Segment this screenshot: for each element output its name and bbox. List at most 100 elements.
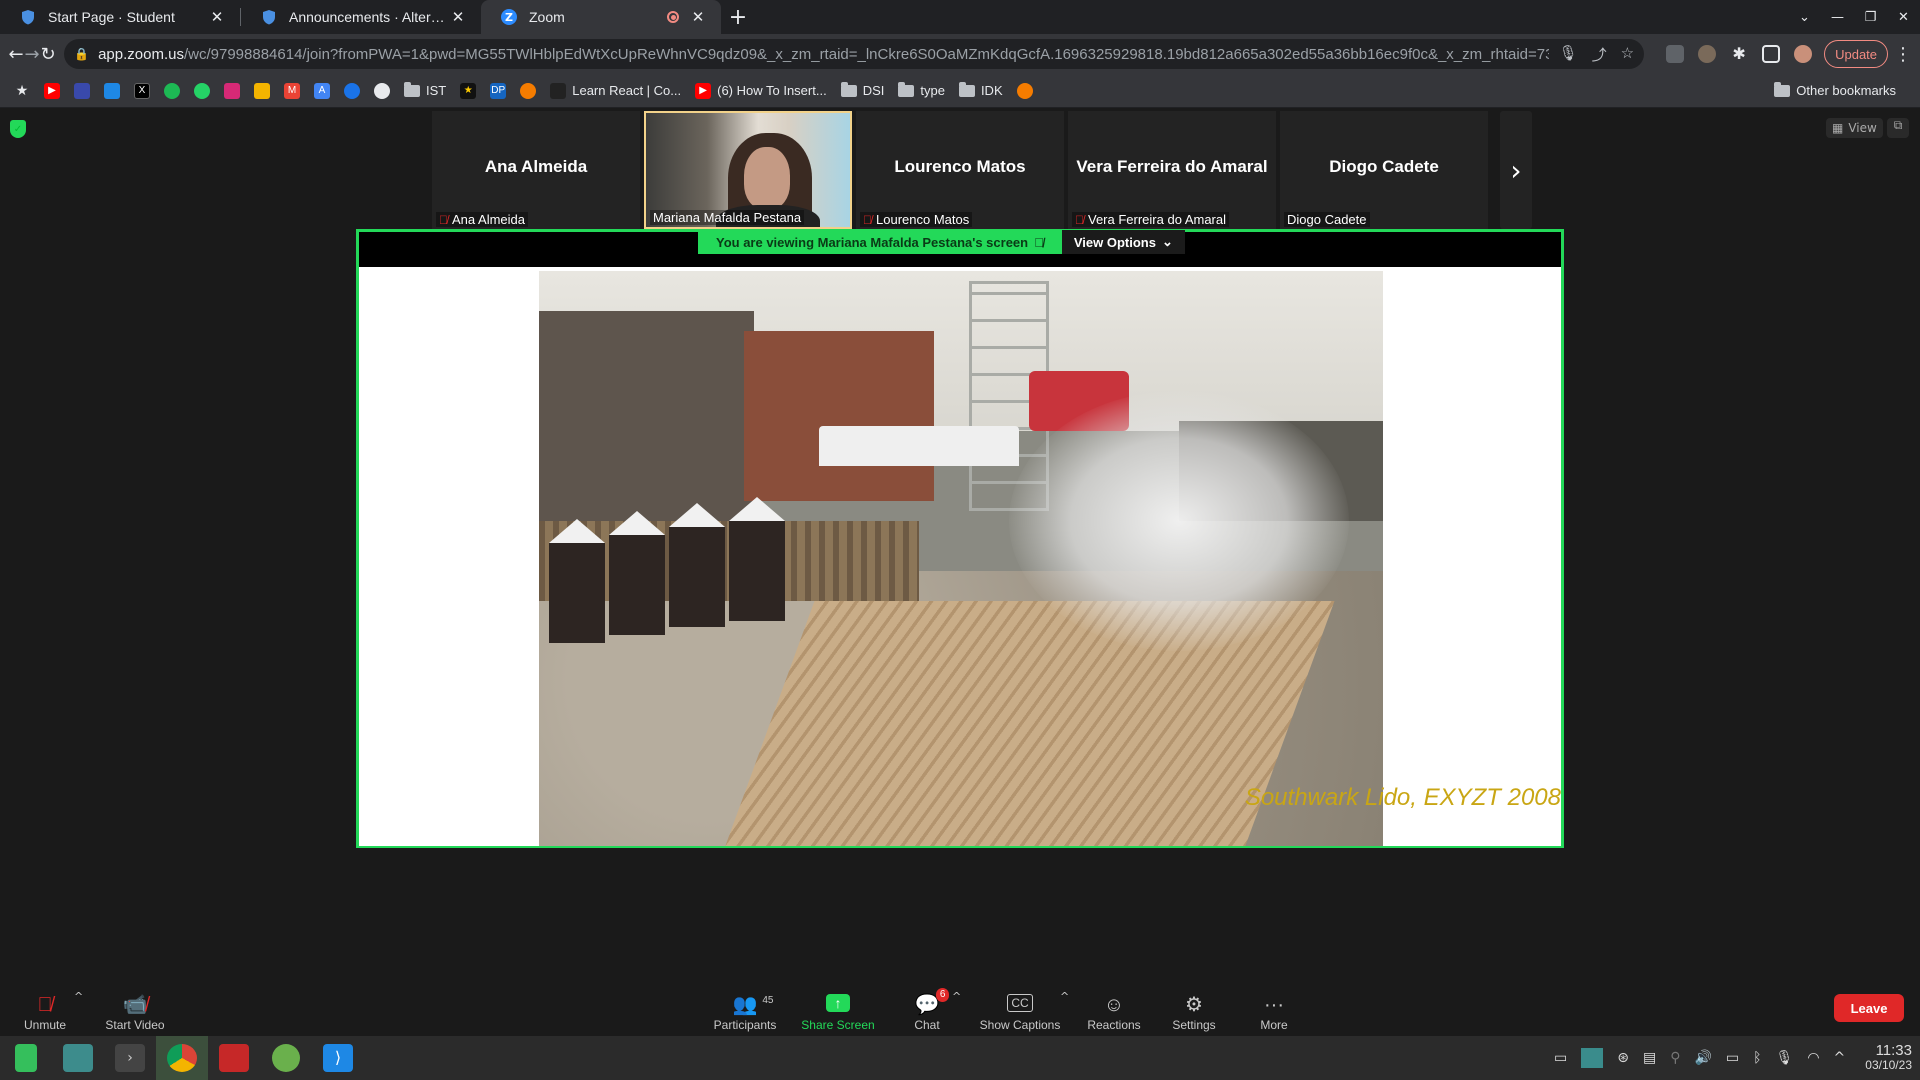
download-icon[interactable] bbox=[260, 1036, 312, 1080]
star-icon[interactable]: ☆ bbox=[1621, 44, 1634, 65]
instagram-icon[interactable] bbox=[224, 82, 240, 99]
reactions-button[interactable]: ☺ Reactions bbox=[1084, 984, 1144, 1036]
chevron-up-icon[interactable]: ^ bbox=[1834, 1050, 1846, 1066]
whatsapp-icon[interactable] bbox=[194, 82, 210, 99]
close-icon[interactable]: ✕ bbox=[449, 8, 467, 26]
app-icon[interactable] bbox=[208, 1036, 260, 1080]
address-bar[interactable]: 🔒 app.zoom.us/wc/97998884614/join?fromPW… bbox=[64, 39, 1645, 69]
workspace-icon[interactable] bbox=[1581, 1048, 1604, 1068]
wifi-icon[interactable]: ◠ bbox=[1807, 1050, 1819, 1066]
close-icon[interactable]: ✕ bbox=[689, 8, 707, 26]
url-domain: app.zoom.us bbox=[98, 45, 184, 63]
bookmark-how-to-insert[interactable]: ▶ (6) How To Insert... bbox=[695, 82, 827, 99]
terminal-icon[interactable]: › bbox=[104, 1036, 156, 1080]
leave-button[interactable]: Leave bbox=[1834, 994, 1904, 1022]
participant-tile[interactable]: Diogo Cadete Diogo Cadete bbox=[1280, 111, 1488, 229]
x-icon[interactable]: X bbox=[134, 82, 150, 99]
zoom-meeting-area: ✓ ▦ View ⧉ Ana Almeida 🎙̸ Ana Almeida Mari… bbox=[0, 108, 1920, 984]
bookmark-folder-ist[interactable]: IST bbox=[404, 81, 446, 98]
clipboard-icon[interactable]: ▤ bbox=[1643, 1050, 1656, 1066]
translate-icon[interactable]: A bbox=[314, 82, 330, 99]
show-desktop-icon[interactable]: ▭ bbox=[1554, 1050, 1567, 1066]
unmute-button[interactable]: 🎙̸ Unmute bbox=[20, 984, 70, 1036]
side-panel-icon[interactable] bbox=[1762, 45, 1781, 63]
other-bookmarks[interactable]: Other bookmarks bbox=[1774, 81, 1896, 98]
chevron-up-icon[interactable]: ^ bbox=[1060, 990, 1069, 1003]
close-window-icon[interactable]: ✕ bbox=[1887, 10, 1920, 25]
settings-button[interactable]: ⚙ Settings bbox=[1168, 984, 1220, 1036]
chevron-right-icon[interactable]: › bbox=[1500, 111, 1532, 229]
chevron-up-icon[interactable]: ^ bbox=[74, 990, 83, 1003]
chevron-down-icon[interactable]: ⌄ bbox=[1788, 10, 1821, 25]
participant-tile-video[interactable]: Mariana Mafalda Pestana bbox=[644, 111, 852, 229]
chevron-up-icon[interactable]: ^ bbox=[952, 990, 961, 1003]
participant-tile[interactable]: Ana Almeida 🎙̸ Ana Almeida bbox=[432, 111, 640, 229]
view-options-button[interactable]: View Options ⌄ bbox=[1061, 230, 1185, 254]
bookmark-icon[interactable] bbox=[520, 82, 537, 99]
bookmark-icon[interactable] bbox=[1016, 82, 1033, 99]
forward-icon[interactable]: → bbox=[24, 38, 40, 70]
bookmark-label: type bbox=[920, 83, 945, 98]
start-video-button[interactable]: 📹̸ Start Video bbox=[100, 984, 170, 1036]
tab-start-page[interactable]: Start Page · Student ✕ bbox=[0, 0, 240, 34]
close-icon[interactable]: ✕ bbox=[208, 8, 226, 26]
lock-icon[interactable]: 🔒 bbox=[74, 47, 89, 61]
bookmark-folder-dsi[interactable]: DSI bbox=[840, 81, 884, 98]
chrome-icon[interactable] bbox=[156, 1036, 208, 1080]
share-icon[interactable]: ⤴ bbox=[1592, 44, 1607, 65]
bluetooth-icon[interactable]: ᛒ bbox=[1753, 1050, 1761, 1066]
microphone-icon[interactable]: 🎙 bbox=[1559, 44, 1578, 65]
show-captions-button[interactable]: CC Show Captions bbox=[976, 984, 1064, 1036]
menu-icon[interactable]: ⋮ bbox=[1894, 44, 1912, 65]
bookmark-icon[interactable] bbox=[74, 82, 90, 99]
view-button[interactable]: ▦ View bbox=[1826, 118, 1883, 138]
reload-icon[interactable]: ↻ bbox=[40, 38, 56, 70]
participant-label-text: Vera Ferreira do Amaral bbox=[1088, 212, 1227, 227]
update-button[interactable]: Update bbox=[1824, 40, 1889, 68]
back-icon[interactable]: ← bbox=[8, 38, 24, 70]
participant-tile[interactable]: Lourenco Matos 🎙̸ Lourenco Matos bbox=[856, 111, 1064, 229]
new-tab-button[interactable]: + bbox=[721, 0, 755, 34]
battery-icon[interactable]: ▭ bbox=[1726, 1050, 1739, 1066]
participant-tile[interactable]: Vera Ferreira do Amaral 🎙̸ Vera Ferreira … bbox=[1068, 111, 1276, 229]
bookmark-icon[interactable] bbox=[344, 82, 360, 99]
bookmark-icon[interactable]: ★ bbox=[460, 82, 477, 99]
chat-badge: 6 bbox=[935, 988, 950, 1002]
bookmark-folder-idk[interactable]: IDK bbox=[958, 81, 1003, 98]
chat-button[interactable]: 💬 6 Chat bbox=[906, 984, 950, 1036]
tab-announcements[interactable]: Announcements · Alternative ✕ bbox=[241, 0, 481, 34]
participants-button[interactable]: 👥 45 Participants bbox=[710, 984, 780, 1036]
fullscreen-icon[interactable]: ⧉ bbox=[1887, 118, 1909, 138]
microphone-icon[interactable]: 🎙 bbox=[1776, 1050, 1794, 1066]
youtube-icon[interactable]: ▶ bbox=[44, 82, 60, 99]
bookmark-icon[interactable] bbox=[104, 82, 120, 99]
extension-icon[interactable] bbox=[1698, 45, 1717, 63]
extension-icon[interactable] bbox=[1666, 45, 1685, 63]
vscode-icon[interactable]: ⟩ bbox=[312, 1036, 364, 1080]
puzzle-icon[interactable]: ✱ bbox=[1730, 45, 1748, 63]
minimize-icon[interactable]: — bbox=[1821, 10, 1854, 25]
mic-muted-icon: 🎙̸ bbox=[1034, 234, 1044, 250]
bookmark-label: IDK bbox=[980, 83, 1003, 98]
update-icon[interactable]: ⊛ bbox=[1617, 1050, 1629, 1066]
tab-zoom[interactable]: Z Zoom ✕ bbox=[481, 0, 721, 34]
avatar[interactable] bbox=[1794, 45, 1813, 63]
photo-hut bbox=[669, 503, 725, 627]
bookmark-icon[interactable]: DP bbox=[490, 82, 507, 99]
drive-icon[interactable] bbox=[254, 82, 270, 99]
volume-icon[interactable]: 🔊 bbox=[1694, 1050, 1711, 1066]
more-button[interactable]: ··· More bbox=[1254, 984, 1294, 1036]
app-menu-icon[interactable] bbox=[0, 1036, 52, 1080]
github-icon[interactable] bbox=[374, 82, 390, 99]
bookmark-star-icon[interactable]: ★ bbox=[14, 82, 30, 99]
restore-icon[interactable]: ❐ bbox=[1854, 10, 1887, 25]
spotify-icon[interactable] bbox=[164, 82, 180, 99]
clock[interactable]: 11:33 03/10/23 bbox=[1865, 1043, 1912, 1073]
gmail-icon[interactable]: M bbox=[284, 82, 300, 99]
security-shield-icon[interactable]: ✓ bbox=[10, 120, 26, 138]
file-manager-icon[interactable] bbox=[52, 1036, 104, 1080]
bookmark-folder-type[interactable]: type bbox=[898, 81, 945, 98]
network-idle-icon[interactable]: ⚲ bbox=[1670, 1050, 1680, 1066]
bookmark-learn-react[interactable]: Learn React | Co... bbox=[550, 82, 681, 99]
share-screen-button[interactable]: ↑ Share Screen bbox=[798, 984, 878, 1036]
